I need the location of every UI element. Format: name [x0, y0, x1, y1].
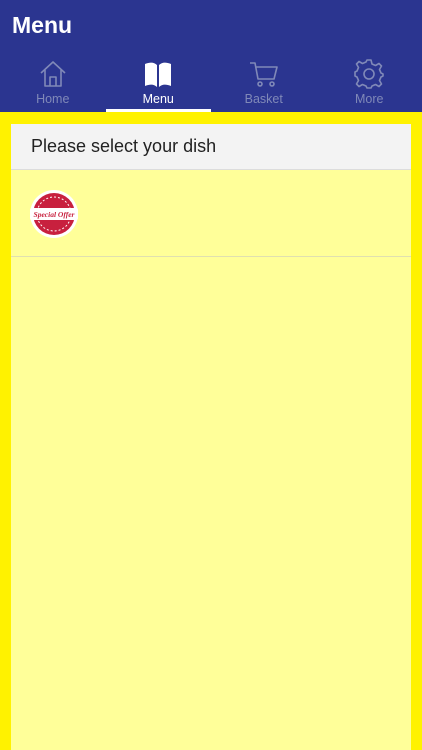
tab-bar: Home Menu Basket More: [0, 52, 422, 112]
tab-home-label: Home: [36, 92, 70, 106]
tab-menu[interactable]: Menu: [105, 52, 212, 112]
special-offer-badge-icon: Special Offer: [29, 189, 79, 239]
tab-more-label: More: [355, 92, 384, 106]
home-icon: [40, 61, 66, 87]
book-icon: [145, 62, 172, 87]
page-title: Menu: [12, 12, 73, 38]
tab-basket[interactable]: Basket: [211, 52, 317, 112]
tab-basket-label: Basket: [244, 92, 283, 106]
panel-heading: Please select your dish: [11, 124, 411, 170]
tab-menu-label: Menu: [142, 92, 174, 106]
cart-icon: [249, 62, 278, 87]
gear-icon: [354, 59, 385, 89]
dish-list-panel: Please select your dish Special Offer: [11, 124, 411, 750]
app-header: Menu Home Menu Basket More: [0, 0, 422, 112]
tab-home[interactable]: Home: [0, 52, 106, 112]
svg-text:Special Offer: Special Offer: [34, 210, 75, 219]
dish-item-special-deal[interactable]: Special Offer: [11, 170, 411, 257]
tab-more[interactable]: More: [317, 52, 422, 112]
